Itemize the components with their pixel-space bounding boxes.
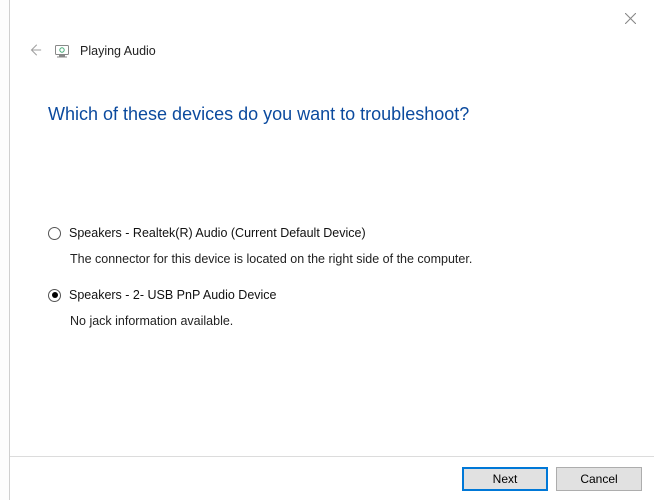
- device-option-description: The connector for this device is located…: [70, 252, 624, 266]
- device-option-description: No jack information available.: [70, 314, 624, 328]
- header-row: Playing Audio: [26, 42, 156, 60]
- device-option-label: Speakers - 2- USB PnP Audio Device: [69, 288, 277, 302]
- cancel-button[interactable]: Cancel: [556, 467, 642, 491]
- device-options: Speakers - Realtek(R) Audio (Current Def…: [48, 226, 624, 350]
- next-button[interactable]: Next: [462, 467, 548, 491]
- radio-icon-selected: [48, 289, 61, 302]
- device-option-0[interactable]: Speakers - Realtek(R) Audio (Current Def…: [48, 226, 624, 240]
- device-option-1[interactable]: Speakers - 2- USB PnP Audio Device: [48, 288, 624, 302]
- close-icon: [625, 13, 636, 27]
- back-arrow-icon: [28, 43, 42, 60]
- radio-icon: [48, 227, 61, 240]
- device-option-label: Speakers - Realtek(R) Audio (Current Def…: [69, 226, 366, 240]
- close-button[interactable]: [620, 10, 640, 30]
- back-button[interactable]: [26, 42, 44, 60]
- footer-bar: Next Cancel: [10, 456, 654, 500]
- page-heading: Which of these devices do you want to tr…: [48, 104, 469, 125]
- left-window-fragment: [0, 0, 10, 500]
- header-title: Playing Audio: [80, 44, 156, 58]
- troubleshooter-icon: [54, 43, 70, 59]
